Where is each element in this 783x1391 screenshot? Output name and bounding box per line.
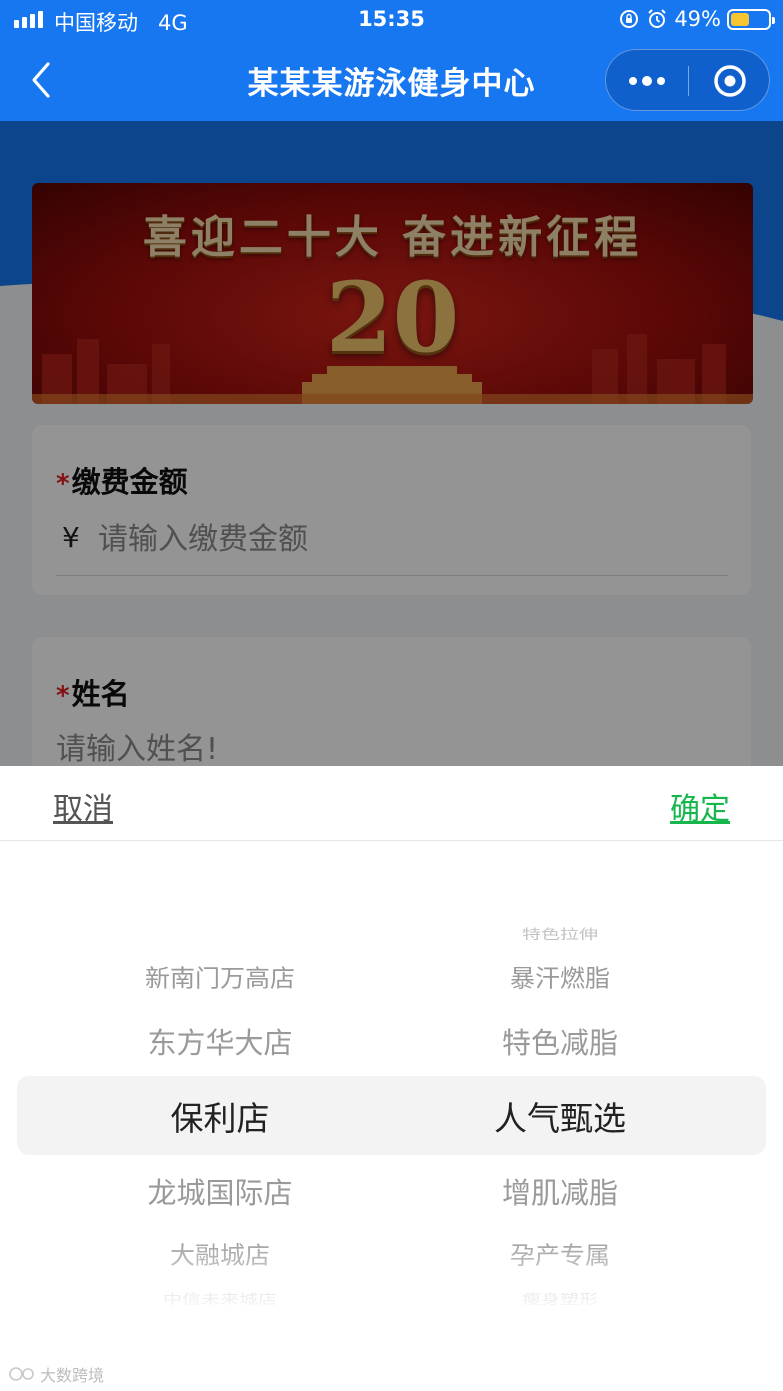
top-bar: 中国移动 4G 15:35 49% 某某某游泳健身中心	[0, 0, 783, 121]
orientation-lock-icon	[620, 10, 639, 28]
picker-sheet: 取消 确定 新南门万高店东方华大店保利店龙城国际店大融城店中信未来城店 特色拉伸…	[0, 766, 783, 1391]
class-option-selected[interactable]: 人气甄选	[380, 1092, 740, 1140]
class-picker-column[interactable]: 特色拉伸暴汗燃脂特色减脂人气甄选增肌减脂孕产专属瘦身塑形	[380, 841, 740, 1331]
watermark-text: 大数跨境	[40, 1366, 105, 1385]
battery-percent: 49%	[674, 7, 721, 31]
battery-fill	[731, 12, 749, 26]
class-option[interactable]: 增肌减脂	[380, 1170, 740, 1212]
picker-header: 取消 确定	[0, 766, 783, 841]
status-bar: 中国移动 4G 15:35 49%	[0, 0, 783, 40]
miniprogram-capsule	[605, 49, 770, 111]
more-dots-icon	[629, 76, 665, 86]
store-option[interactable]: 龙城国际店	[20, 1170, 420, 1212]
class-option[interactable]: 特色减脂	[380, 1020, 740, 1062]
store-option[interactable]: 大融城店	[20, 1236, 420, 1271]
target-circle-icon	[714, 65, 746, 97]
battery-icon	[727, 8, 775, 30]
confirm-button[interactable]: 确定	[670, 784, 730, 828]
more-button[interactable]	[606, 50, 688, 112]
class-option[interactable]: 孕产专属	[380, 1236, 740, 1271]
store-picker-column[interactable]: 新南门万高店东方华大店保利店龙城国际店大融城店中信未来城店	[20, 841, 420, 1331]
modal-overlay[interactable]	[0, 121, 783, 766]
class-option[interactable]: 特色拉伸	[380, 923, 740, 942]
watermark-logo-icon	[9, 1367, 34, 1381]
back-arrow-icon[interactable]	[26, 58, 56, 102]
store-option[interactable]: 中信未来城店	[20, 1288, 420, 1307]
watermark: 大数跨境	[8, 1362, 104, 1386]
navbar: 某某某游泳健身中心	[0, 40, 783, 121]
close-miniprogram-button[interactable]	[689, 50, 771, 112]
store-option[interactable]: 新南门万高店	[20, 959, 420, 994]
alarm-icon	[648, 9, 667, 28]
store-option[interactable]: 东方华大店	[20, 1020, 420, 1062]
cancel-button[interactable]: 取消	[53, 784, 113, 828]
class-option[interactable]: 暴汗燃脂	[380, 959, 740, 994]
store-option-selected[interactable]: 保利店	[20, 1092, 420, 1140]
class-option[interactable]: 瘦身塑形	[380, 1288, 740, 1307]
